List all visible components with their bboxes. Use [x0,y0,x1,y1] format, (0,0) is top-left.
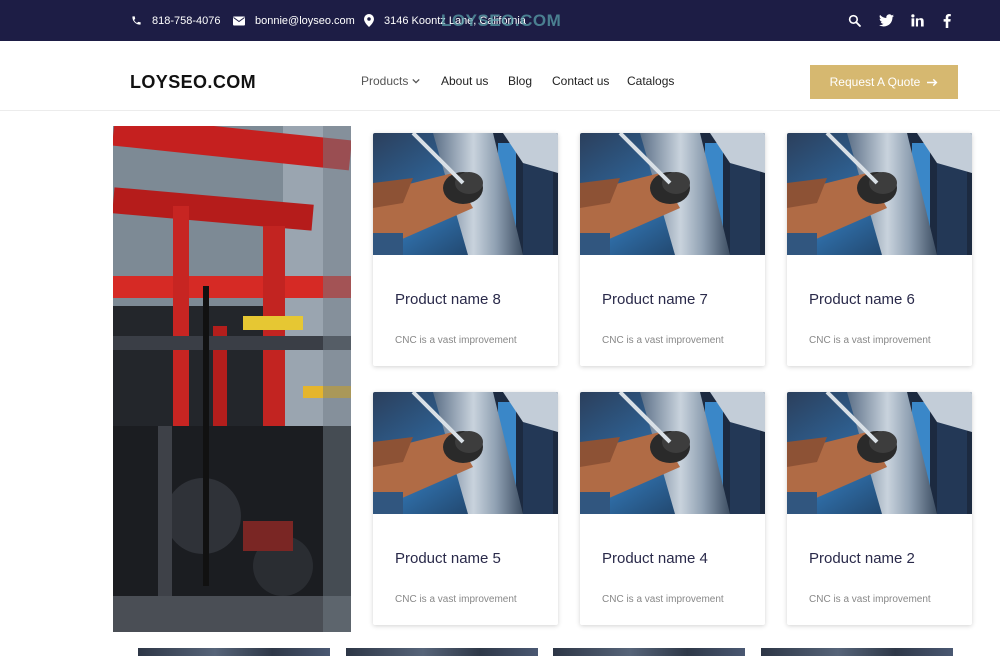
nav-products-label: Products [361,74,409,88]
industrial-pipes-image [113,126,351,632]
request-quote-label: Request A Quote [829,75,921,89]
product-image [373,133,558,255]
linkedin-link[interactable] [911,0,924,41]
product-card[interactable]: Product name 8 CNC is a vast improvement [373,133,558,366]
twitter-icon [879,14,894,27]
product-name[interactable]: Product name 7 [602,291,708,308]
phone-contact[interactable]: 818-758-4076 [131,0,221,41]
arrow-right-icon [927,78,938,86]
product-card[interactable]: Product name 5 CNC is a vast improvement [373,392,558,625]
next-row-thumbnail[interactable] [553,648,745,656]
product-image [373,392,558,514]
request-quote-button[interactable]: Request A Quote [810,65,958,99]
product-image [580,392,765,514]
nav-contact[interactable]: Contact us [552,74,609,88]
phone-text: 818-758-4076 [152,14,221,27]
next-row-thumbnail[interactable] [761,648,953,656]
linkedin-icon [911,14,924,27]
watermark-text: LOYSEO.COM [441,11,562,30]
nav-catalogs[interactable]: Catalogs [627,74,674,88]
product-description: CNC is a vast improvement [602,594,724,605]
product-name[interactable]: Product name 5 [395,550,501,567]
top-bar: 818-758-4076 bonnie@loyseo.com 3146 Koon… [0,0,1000,41]
facebook-link[interactable] [943,0,951,41]
product-image [580,133,765,255]
product-description: CNC is a vast improvement [809,594,931,605]
facebook-icon [943,13,951,28]
search-button[interactable] [848,0,861,41]
map-pin-icon [364,14,374,27]
email-text: bonnie@loyseo.com [255,14,355,27]
product-description: CNC is a vast improvement [395,594,517,605]
site-logo[interactable]: LOYSEO.COM [130,72,256,93]
phone-icon [132,16,141,25]
envelope-icon [233,16,245,25]
product-image [787,133,972,255]
email-contact[interactable]: bonnie@loyseo.com [233,0,355,41]
product-description: CNC is a vast improvement [395,335,517,346]
next-row-thumbnail[interactable] [346,648,538,656]
chevron-down-icon [412,78,421,84]
product-name[interactable]: Product name 6 [809,291,915,308]
product-image [787,392,972,514]
product-card[interactable]: Product name 4 CNC is a vast improvement [580,392,765,625]
nav-blog[interactable]: Blog [508,74,532,88]
product-card[interactable]: Product name 6 CNC is a vast improvement [787,133,972,366]
product-card[interactable]: Product name 2 CNC is a vast improvement [787,392,972,625]
nav-products[interactable]: Products [361,74,421,88]
product-name[interactable]: Product name 8 [395,291,501,308]
next-row-thumbnail[interactable] [138,648,330,656]
product-description: CNC is a vast improvement [809,335,931,346]
nav-about[interactable]: About us [441,74,488,88]
product-card[interactable]: Product name 7 CNC is a vast improvement [580,133,765,366]
product-description: CNC is a vast improvement [602,335,724,346]
search-icon [848,14,861,27]
site-header: LOYSEO.COM Products About us Blog Contac… [0,41,1000,111]
twitter-link[interactable] [879,0,894,41]
product-name[interactable]: Product name 4 [602,550,708,567]
product-name[interactable]: Product name 2 [809,550,915,567]
